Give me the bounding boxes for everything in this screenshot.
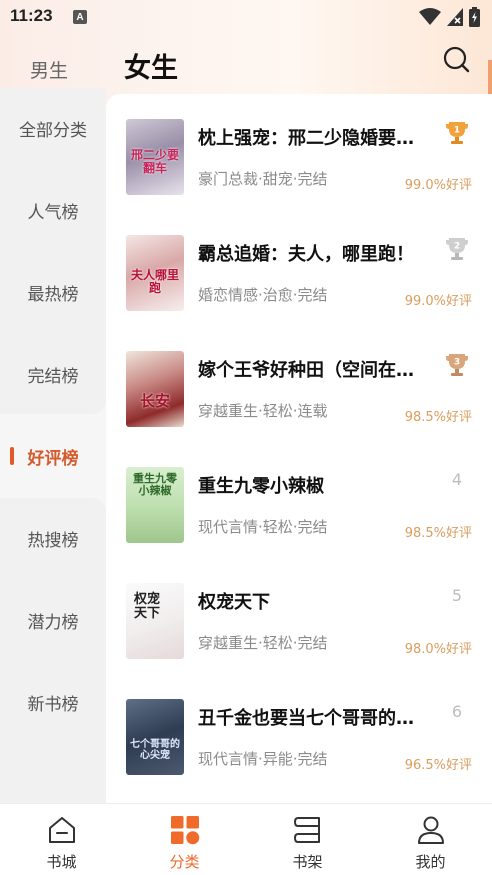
book-tags: 穿越重生·轻松·完结 bbox=[198, 634, 328, 652]
rank-number: 3 bbox=[454, 358, 460, 368]
tab-female[interactable]: 女生 bbox=[124, 46, 178, 85]
rank-number: 6 bbox=[451, 702, 462, 721]
book-tags: 现代言情·异能·完结 bbox=[198, 750, 328, 768]
book-tags: 婚恋情感·治愈·完结 bbox=[198, 286, 328, 304]
nav-bookstore[interactable]: 书城 bbox=[0, 804, 123, 875]
sidebar-item-hottest[interactable]: 最热榜 bbox=[0, 272, 106, 312]
list-item[interactable]: 夫人哪里跑 霸总追婚：夫人，哪里跑！ 婚恋情感·治愈·完结 99.0%好评 2 bbox=[106, 210, 492, 326]
category-icon bbox=[171, 816, 200, 845]
rank-number: 2 bbox=[454, 242, 460, 252]
bronze-trophy-icon: 3 bbox=[446, 354, 468, 376]
profile-icon bbox=[418, 816, 444, 844]
nav-label: 书架 bbox=[292, 853, 323, 871]
tab-male[interactable]: 男生 bbox=[30, 56, 68, 83]
notification-a-icon: A bbox=[73, 10, 87, 24]
silver-trophy-icon: 2 bbox=[446, 238, 468, 260]
book-tags: 穿越重生·轻松·连载 bbox=[198, 402, 328, 420]
cover-title: 重生九零小辣椒 bbox=[133, 472, 177, 497]
book-title[interactable]: 丑千金也要当七个哥哥的… bbox=[198, 704, 428, 730]
gold-trophy-icon: 1 bbox=[446, 122, 468, 144]
cover-title: 权宠天下 bbox=[133, 592, 160, 621]
bookstore-icon bbox=[49, 817, 75, 843]
status-time: 11:23 bbox=[10, 6, 53, 25]
header: 男生 女生 bbox=[0, 34, 492, 94]
bottom-navigation: 书城 分类 书架 我的 bbox=[0, 803, 492, 875]
book-rating: 98.5%好评 bbox=[404, 526, 472, 541]
book-cover[interactable]: 权宠天下 bbox=[126, 583, 184, 659]
sidebar-item-new-books[interactable]: 新书榜 bbox=[0, 682, 106, 722]
list-item[interactable]: 邢二少要翻车 枕上强宠：邢二少隐婚要… 豪门总裁·甜宠·完结 99.0%好评 1 bbox=[106, 94, 492, 210]
book-title[interactable]: 权宠天下 bbox=[198, 588, 428, 614]
book-cover[interactable]: 邢二少要翻车 bbox=[126, 119, 184, 195]
bookshelf-icon bbox=[294, 817, 320, 843]
sidebar-item-all[interactable]: 全部分类 bbox=[0, 108, 106, 148]
book-cover[interactable]: 重生九零小辣椒 bbox=[126, 467, 184, 543]
sidebar-item-trending[interactable]: 热搜榜 bbox=[0, 518, 106, 558]
sidebar-item-completed[interactable]: 完结榜 bbox=[0, 354, 106, 394]
list-item[interactable]: 重生九零小辣椒 重生九零小辣椒 现代言情·轻松·完结 98.5%好评 4 bbox=[106, 442, 492, 558]
search-icon[interactable] bbox=[442, 46, 470, 74]
sidebar-item-popular[interactable]: 人气榜 bbox=[0, 190, 106, 230]
category-sidebar: 全部分类 人气榜 最热榜 完结榜 好评榜 热搜榜 潜力榜 新书榜 bbox=[0, 88, 106, 803]
sidebar-item-top-rated[interactable]: 好评榜 bbox=[0, 436, 106, 476]
wifi-icon bbox=[419, 8, 441, 25]
book-title[interactable]: 重生九零小辣椒 bbox=[198, 472, 428, 498]
book-rating: 99.0%好评 bbox=[404, 178, 472, 193]
nav-bookshelf[interactable]: 书架 bbox=[246, 804, 369, 875]
book-title[interactable]: 霸总追婚：夫人，哪里跑！ bbox=[198, 240, 428, 266]
cover-title: 夫人哪里跑 bbox=[130, 268, 179, 295]
battery-icon bbox=[469, 7, 480, 27]
book-tags: 豪门总裁·甜宠·完结 bbox=[198, 170, 328, 188]
book-cover[interactable]: 长安 bbox=[126, 351, 184, 427]
nav-label: 书城 bbox=[46, 853, 77, 871]
nav-label: 分类 bbox=[169, 853, 200, 871]
sidebar-active-indicator bbox=[10, 447, 14, 465]
book-title[interactable]: 嫁个王爷好种田（空间在… bbox=[198, 356, 428, 382]
list-item[interactable]: 长安 嫁个王爷好种田（空间在… 穿越重生·轻松·连载 98.5%好评 3 bbox=[106, 326, 492, 442]
nav-label: 我的 bbox=[415, 853, 446, 871]
nav-profile[interactable]: 我的 bbox=[369, 804, 492, 875]
sidebar-item-potential[interactable]: 潜力榜 bbox=[0, 600, 106, 640]
list-item[interactable]: 权宠天下 权宠天下 穿越重生·轻松·完结 98.0%好评 5 bbox=[106, 558, 492, 674]
cover-title: 邢二少要翻车 bbox=[130, 148, 179, 175]
book-title[interactable]: 枕上强宠：邢二少隐婚要… bbox=[198, 124, 428, 150]
book-rating: 96.5%好评 bbox=[404, 758, 472, 773]
rank-number: 4 bbox=[451, 470, 462, 489]
book-rating: 98.0%好评 bbox=[404, 642, 472, 657]
book-rating: 99.0%好评 bbox=[404, 294, 472, 309]
cover-title: 七个哥哥的心尖宠 bbox=[130, 739, 180, 761]
status-bar: 11:23 A bbox=[0, 0, 492, 34]
nav-category[interactable]: 分类 bbox=[123, 804, 246, 875]
book-tags: 现代言情·轻松·完结 bbox=[198, 518, 328, 536]
book-rating: 98.5%好评 bbox=[404, 410, 472, 425]
book-cover[interactable]: 夫人哪里跑 bbox=[126, 235, 184, 311]
rank-number: 5 bbox=[451, 586, 462, 605]
rank-number: 1 bbox=[454, 126, 460, 136]
book-cover[interactable]: 七个哥哥的心尖宠 bbox=[126, 699, 184, 775]
list-item[interactable]: 七个哥哥的心尖宠 丑千金也要当七个哥哥的… 现代言情·异能·完结 96.5%好评… bbox=[106, 674, 492, 790]
signal-icon bbox=[447, 8, 463, 26]
cover-title: 长安 bbox=[139, 392, 170, 410]
book-ranking-list: 邢二少要翻车 枕上强宠：邢二少隐婚要… 豪门总裁·甜宠·完结 99.0%好评 1… bbox=[106, 94, 492, 803]
status-icons bbox=[419, 7, 480, 27]
